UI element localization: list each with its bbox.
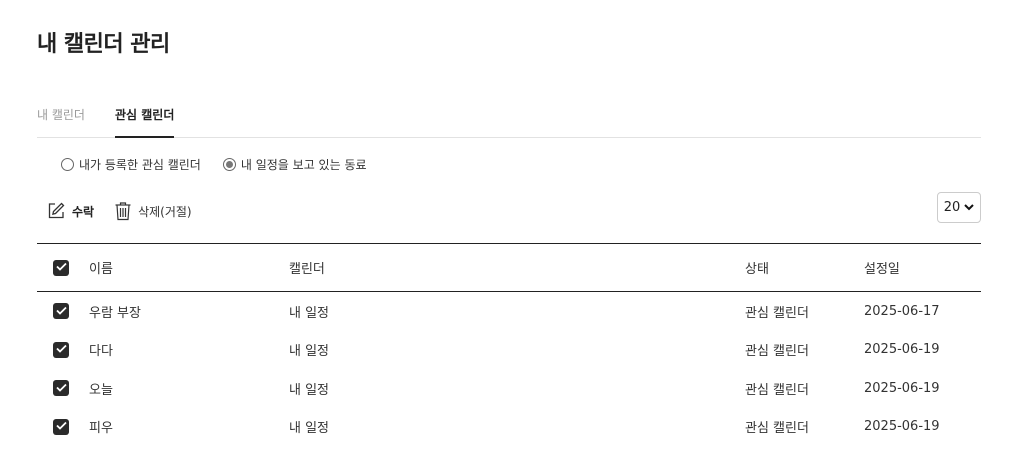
table-row[interactable]: 피우 내 일정 관심 캘린더 2025-06-19: [37, 408, 981, 447]
row-state: 관심 캘린더: [745, 421, 809, 437]
check-icon: [55, 304, 67, 319]
row-checkbox[interactable]: [53, 341, 69, 358]
viewer-table: 이름 캘린더 상태 설정일 우람 부장 내 일정 관심 캘린더 2025-06-…: [37, 243, 981, 446]
row-name: 다다: [89, 344, 113, 360]
row-state: 관심 캘린더: [745, 344, 809, 360]
table-body: 우람 부장 내 일정 관심 캘린더 2025-06-17 다다 내 일정 관심 …: [37, 292, 981, 446]
tab-my-calendar[interactable]: 내 캘린더: [37, 106, 85, 123]
row-checkbox[interactable]: [53, 303, 69, 320]
toolbar: 수락 삭제(거절): [46, 201, 192, 221]
row-name: 우람 부장: [89, 305, 141, 321]
tab-bar: 내 캘린더 관심 캘린더: [37, 100, 981, 138]
row-calendar: 내 일정: [289, 305, 330, 321]
column-header-name: 이름: [89, 262, 113, 277]
checkbox-checked[interactable]: [53, 303, 69, 320]
filter-radio-group: 내가 등록한 관심 캘린더 내 일정을 보고 있는 동료: [61, 156, 367, 173]
row-date: 2025-06-19: [864, 419, 940, 435]
table-row[interactable]: 다다 내 일정 관심 캘린더 2025-06-19: [37, 331, 981, 370]
row-checkbox[interactable]: [53, 380, 69, 397]
table-header: 이름 캘린더 상태 설정일: [37, 243, 981, 292]
radio-label: 내가 등록한 관심 캘린더: [79, 158, 201, 172]
column-header-state: 상태: [745, 262, 769, 277]
page-title: 내 캘린더 관리: [37, 32, 170, 57]
checkbox-checked[interactable]: [53, 341, 69, 358]
chevron-down-icon: [964, 200, 974, 215]
row-state: 관심 캘린더: [745, 382, 809, 398]
radio-my-registered[interactable]: 내가 등록한 관심 캘린더: [61, 156, 201, 173]
row-date: 2025-06-19: [864, 380, 940, 396]
check-icon: [55, 260, 67, 275]
check-icon: [55, 342, 67, 357]
table-row[interactable]: 우람 부장 내 일정 관심 캘린더 2025-06-17: [37, 292, 981, 331]
row-calendar: 내 일정: [289, 421, 330, 437]
accept-button[interactable]: 수락: [46, 201, 94, 221]
page-size-select[interactable]: 20: [937, 192, 981, 223]
trash-icon: [114, 201, 132, 221]
tab-favorite-calendar[interactable]: 관심 캘린더: [115, 106, 175, 138]
row-name: 오늘: [89, 382, 113, 398]
delete-button[interactable]: 삭제(거절): [114, 201, 192, 221]
radio-button-checked[interactable]: [222, 158, 236, 171]
row-date: 2025-06-17: [864, 303, 940, 319]
row-calendar: 내 일정: [289, 344, 330, 360]
select-all-checkbox[interactable]: [53, 259, 69, 276]
edit-icon: [46, 201, 66, 221]
radio-label: 내 일정을 보고 있는 동료: [240, 158, 367, 172]
column-header-calendar: 캘린더: [289, 262, 325, 277]
row-calendar: 내 일정: [289, 382, 330, 398]
row-state: 관심 캘린더: [745, 305, 809, 321]
checkbox-checked[interactable]: [53, 380, 69, 397]
row-checkbox[interactable]: [53, 418, 69, 435]
row-date: 2025-06-19: [864, 342, 940, 358]
checkbox-checked[interactable]: [53, 418, 69, 435]
radio-viewers[interactable]: 내 일정을 보고 있는 동료: [222, 156, 367, 173]
check-icon: [55, 381, 67, 396]
delete-label: 삭제(거절): [138, 204, 192, 219]
page-size-value: 20: [943, 200, 961, 215]
row-name: 피우: [89, 421, 113, 437]
table-row[interactable]: 오늘 내 일정 관심 캘린더 2025-06-19: [37, 369, 981, 408]
checkbox-checked[interactable]: [53, 259, 69, 276]
check-icon: [55, 419, 67, 434]
radio-button[interactable]: [61, 158, 74, 171]
accept-label: 수락: [72, 204, 95, 219]
column-header-date: 설정일: [864, 262, 900, 277]
